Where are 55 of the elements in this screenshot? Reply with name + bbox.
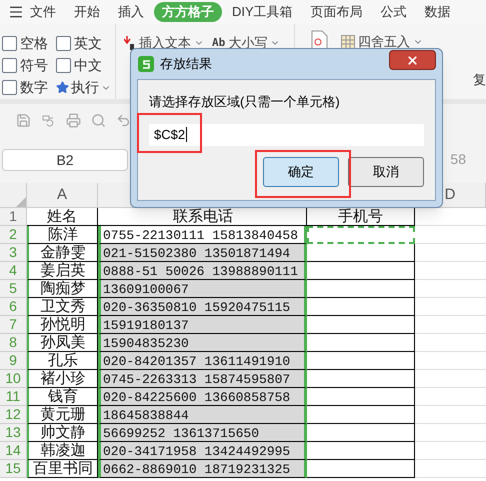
table-cell: 13609100067 <box>98 280 307 298</box>
execute-button[interactable]: 执行 <box>56 77 111 98</box>
highlight-box <box>137 113 202 153</box>
ribbon-label: 复 <box>473 71 486 89</box>
menu-tab[interactable]: 页面布局 <box>302 2 371 22</box>
table-cell: 陈洋 <box>27 226 98 244</box>
menu-tab[interactable]: 文件 <box>26 2 64 22</box>
star-icon <box>56 81 69 94</box>
table-cell: 15919180137 <box>98 316 307 334</box>
table-cell: 0888-51 50026 13988890111 <box>98 262 307 280</box>
undo-icon[interactable] <box>116 112 131 128</box>
menu-tab[interactable]: DIY工具箱 <box>224 2 301 22</box>
dialog-prompt: 请选择存放区域(只需一个单元格) <box>149 93 341 111</box>
cancel-button[interactable]: 取消 <box>348 156 424 186</box>
table-cell: 0745-2263313 15874595807 <box>98 370 307 388</box>
table-cell: 020-34171958 13424492995 <box>98 442 307 460</box>
document-icon <box>311 30 329 50</box>
column-header[interactable]: D <box>444 184 456 206</box>
table-cell: 56699252 13613715650 <box>98 424 307 442</box>
insert-arrow-icon <box>124 36 136 50</box>
range-input[interactable]: $C$2 <box>149 124 424 146</box>
app-icon <box>138 56 154 72</box>
close-button[interactable] <box>389 50 436 70</box>
table-cell: 020-84201357 13611491910 <box>98 352 307 370</box>
menu-tab[interactable]: 插入 <box>110 2 152 22</box>
checkbox[interactable] <box>2 80 17 96</box>
close-icon <box>406 54 419 66</box>
checkbox[interactable] <box>56 36 71 50</box>
table-cell: 0662-8869010 18719231325 <box>98 460 307 478</box>
name-box[interactable]: B2 <box>2 148 128 170</box>
formula-text: 58 <box>450 150 467 169</box>
menu-tab[interactable]: 数据 <box>416 2 459 22</box>
menu-icon[interactable] <box>8 4 24 20</box>
dialog-title: 存放结果 <box>160 55 212 74</box>
checkbox-label: 空格 <box>20 34 48 52</box>
checkbox[interactable] <box>2 36 17 50</box>
checkbox-label: 数字 <box>20 78 48 98</box>
ok-button[interactable]: 确定 <box>263 156 339 186</box>
menu-tab[interactable]: 开始 <box>66 2 108 22</box>
table-cell: 18645838844 <box>98 406 307 424</box>
column-header[interactable]: A <box>56 184 67 206</box>
checkbox-label: 中文 <box>74 56 102 75</box>
table-cell: 020-36350810 15920475115 <box>98 298 307 316</box>
table-cell: 15904835230 <box>98 334 307 352</box>
checkbox[interactable] <box>56 58 71 73</box>
triangle-icon <box>16 197 26 207</box>
grid-icon <box>341 34 355 49</box>
table-cell: 021-51502380 13501871494 <box>98 244 307 262</box>
checkbox-label: 英文 <box>74 34 102 52</box>
menu-tab[interactable]: 公式 <box>372 2 415 22</box>
table-cell: 姓名 <box>27 208 98 226</box>
table-cell: 020-84225600 13660858758 <box>98 388 307 406</box>
case-button[interactable]: Ab 大小写 <box>212 33 280 52</box>
checkbox-label: 符号 <box>20 56 48 75</box>
checkbox[interactable] <box>2 58 17 73</box>
